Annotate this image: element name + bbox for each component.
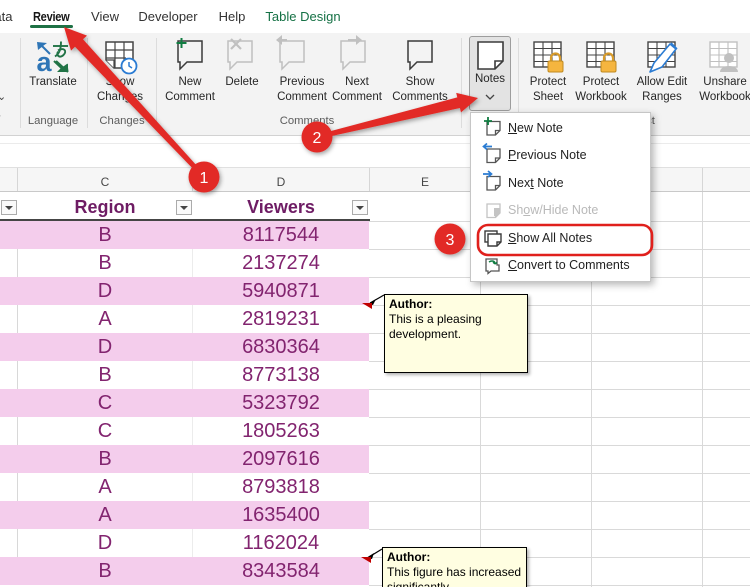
svg-text:3: 3: [446, 232, 455, 249]
svg-text:1: 1: [200, 170, 209, 187]
svg-text:2: 2: [313, 130, 322, 147]
